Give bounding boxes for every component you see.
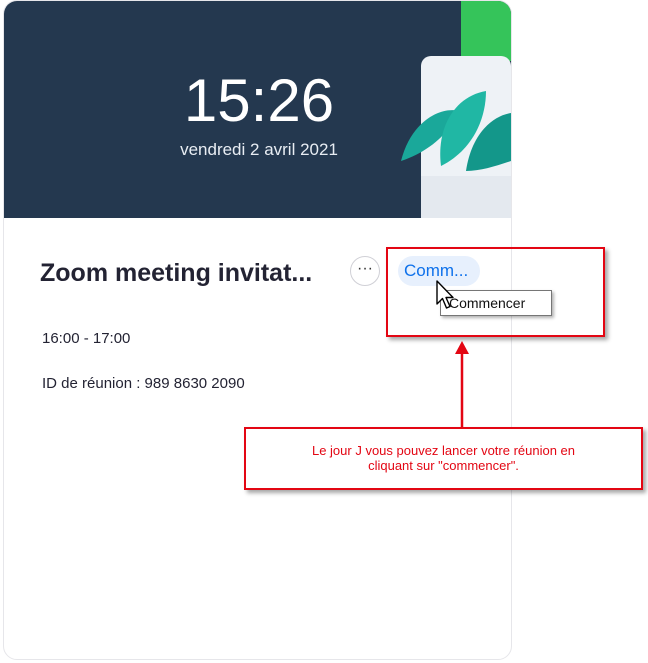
clock-banner: 15:26 vendredi 2 avril 2021: [4, 1, 511, 218]
more-options-button[interactable]: ···: [350, 256, 380, 286]
annotation-line-1: Le jour J vous pouvez lancer votre réuni…: [311, 443, 576, 458]
meeting-title: Zoom meeting invitat...: [40, 259, 313, 287]
annotation-callout: Le jour J vous pouvez lancer votre réuni…: [244, 427, 643, 490]
mouse-cursor-icon: [436, 280, 454, 309]
arrow-up-icon: [455, 341, 469, 429]
meeting-time-range: 16:00 - 17:00: [42, 330, 131, 347]
annotation-line-2: cliquant sur "commencer".: [368, 458, 519, 473]
start-tooltip: Commencer: [440, 290, 552, 316]
clock-date: vendredi 2 avril 2021: [180, 140, 338, 159]
meeting-id: ID de réunion : 989 8630 2090: [42, 375, 245, 392]
ellipsis-icon: ···: [357, 260, 373, 277]
clock-time: 15:26: [183, 67, 335, 134]
